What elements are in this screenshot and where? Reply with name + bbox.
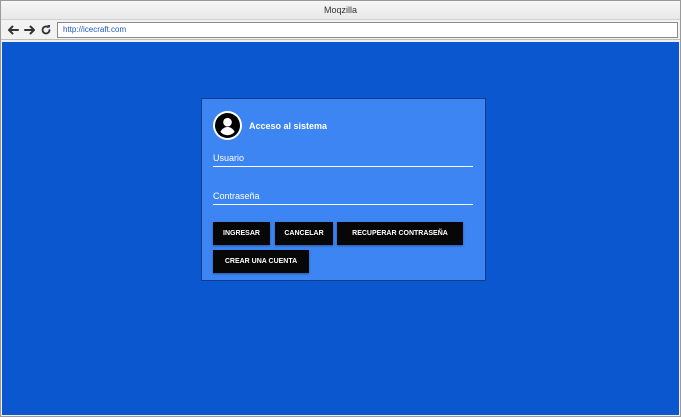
window-title: Moqzilla: [1, 1, 680, 20]
login-card: Acceso al sistema Usuario Contraseña ING…: [201, 98, 486, 281]
user-circle-icon: [213, 111, 242, 140]
password-field[interactable]: Contraseña: [213, 187, 473, 205]
ingresar-button[interactable]: INGRESAR: [213, 222, 270, 245]
cancelar-button[interactable]: CANCELAR: [275, 222, 333, 245]
username-field[interactable]: Usuario: [213, 149, 473, 167]
recuperar-contrasena-button[interactable]: RECUPERAR CONTRASEÑA: [337, 222, 463, 245]
page-viewport: Acceso al sistema Usuario Contraseña ING…: [2, 42, 679, 415]
address-bar[interactable]: http://icecraft.com: [57, 22, 678, 38]
reload-icon[interactable]: [39, 22, 53, 38]
navigation-bar: http://icecraft.com: [1, 20, 680, 40]
crear-cuenta-button[interactable]: CREAR UNA CUENTA: [213, 250, 309, 273]
back-arrow-icon[interactable]: [6, 22, 20, 38]
browser-window: Moqzilla http://icecraft.com Acceso al s…: [0, 0, 681, 417]
login-title: Acceso al sistema: [249, 120, 328, 131]
login-header: Acceso al sistema: [213, 111, 327, 140]
forward-arrow-icon[interactable]: [23, 22, 37, 38]
